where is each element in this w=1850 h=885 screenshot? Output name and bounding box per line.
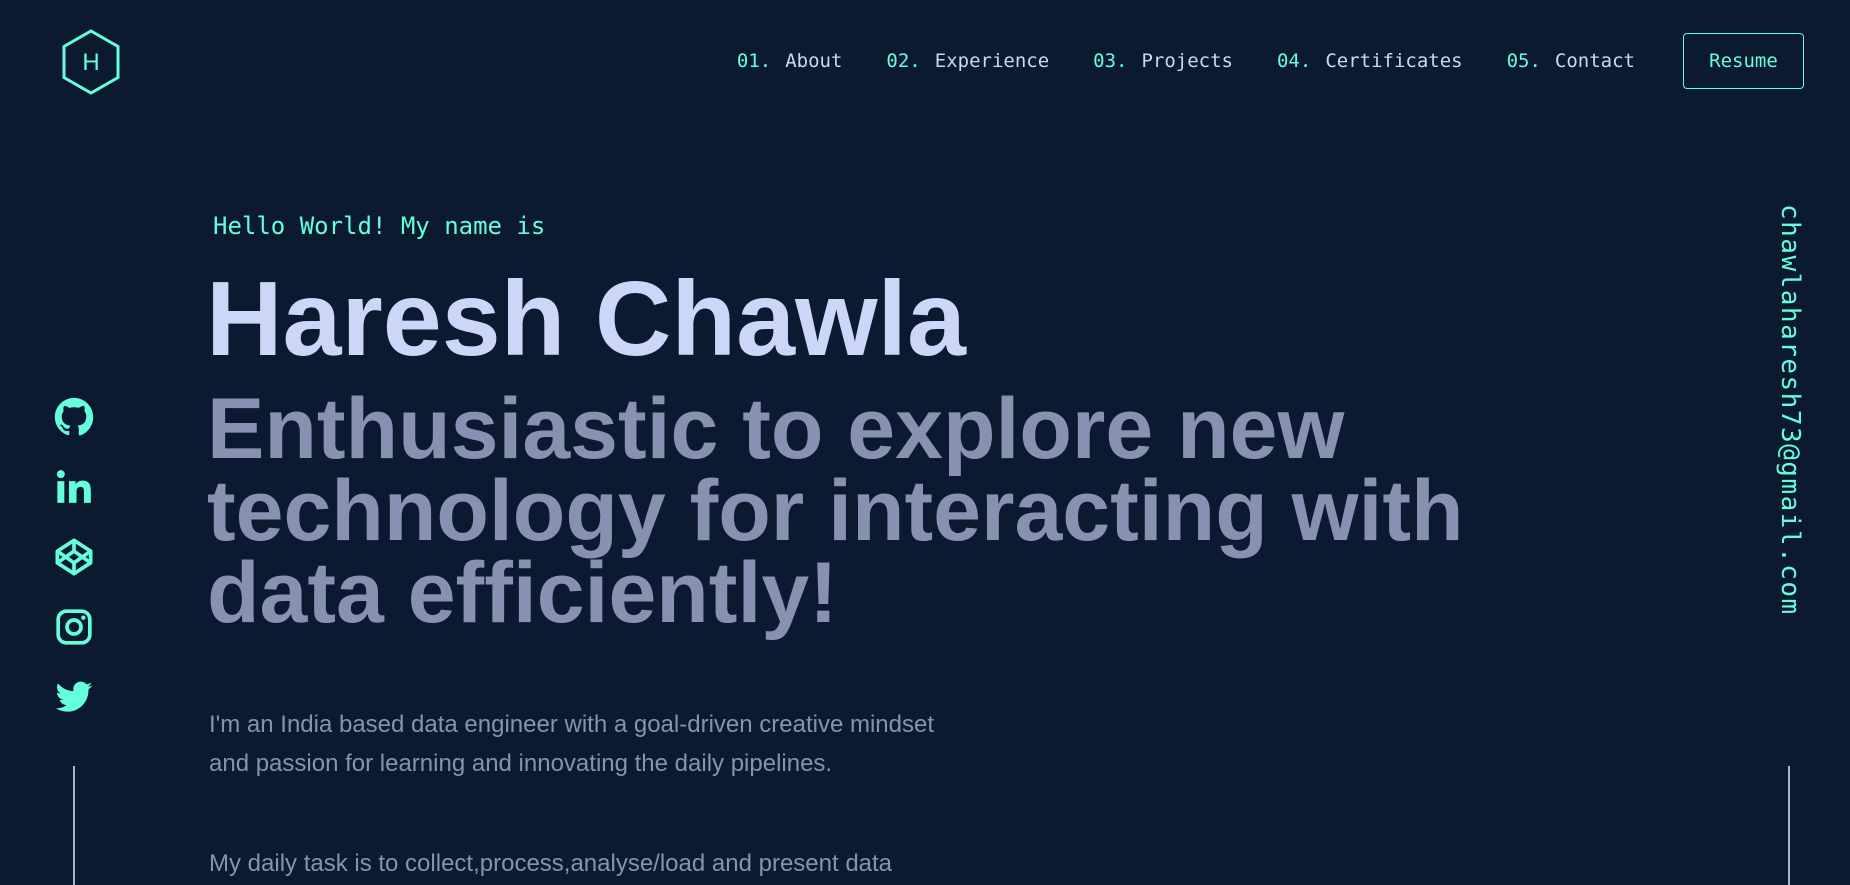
nav-item-certificates[interactable]: 04. Certificates bbox=[1277, 47, 1463, 75]
twitter-icon[interactable] bbox=[54, 677, 94, 717]
hero-intro: I'm an India based data engineer with a … bbox=[209, 711, 935, 777]
nav-label: Contact bbox=[1554, 50, 1635, 72]
nav-item-experience[interactable]: 02. Experience bbox=[886, 47, 1049, 75]
logo-letter: H bbox=[82, 49, 99, 76]
resume-button[interactable]: Resume bbox=[1683, 33, 1804, 89]
logo-hexagon-icon[interactable]: H bbox=[60, 29, 122, 95]
social-links bbox=[54, 397, 94, 747]
nav-label: About bbox=[785, 50, 843, 72]
nav-label: Experience bbox=[934, 50, 1050, 72]
nav-item-contact[interactable]: 05. Contact bbox=[1507, 47, 1635, 75]
right-divider-line bbox=[1788, 766, 1790, 885]
greeting: Hello World! My name is bbox=[213, 212, 546, 240]
nav-number: 04. bbox=[1276, 50, 1312, 72]
hero-intro-second: My daily task is to collect,process,anal… bbox=[209, 850, 893, 877]
email-link[interactable]: chawlaharesh73@gmail.com bbox=[1775, 204, 1805, 616]
main-nav: 01. About 02. Experience 03. Projects 04… bbox=[737, 47, 1635, 75]
nav-label: Projects bbox=[1141, 50, 1233, 72]
nav-number: 03. bbox=[1093, 50, 1128, 72]
hero-tagline: Enthusiastic to explore new technology f… bbox=[207, 381, 1464, 641]
nav-number: 01. bbox=[736, 50, 772, 72]
nav-item-about[interactable]: 01. About bbox=[737, 47, 843, 75]
nav-number: 02. bbox=[886, 50, 921, 72]
hero-name: Haresh Chawla bbox=[206, 260, 966, 378]
nav-number: 05. bbox=[1506, 50, 1541, 72]
nav-label: Certificates bbox=[1325, 50, 1463, 72]
github-icon[interactable] bbox=[54, 397, 94, 437]
instagram-icon[interactable] bbox=[54, 607, 94, 647]
nav-item-projects[interactable]: 03. Projects bbox=[1093, 47, 1233, 75]
codepen-icon[interactable] bbox=[54, 537, 94, 577]
left-divider-line bbox=[73, 766, 75, 885]
linkedin-icon[interactable] bbox=[54, 467, 94, 507]
